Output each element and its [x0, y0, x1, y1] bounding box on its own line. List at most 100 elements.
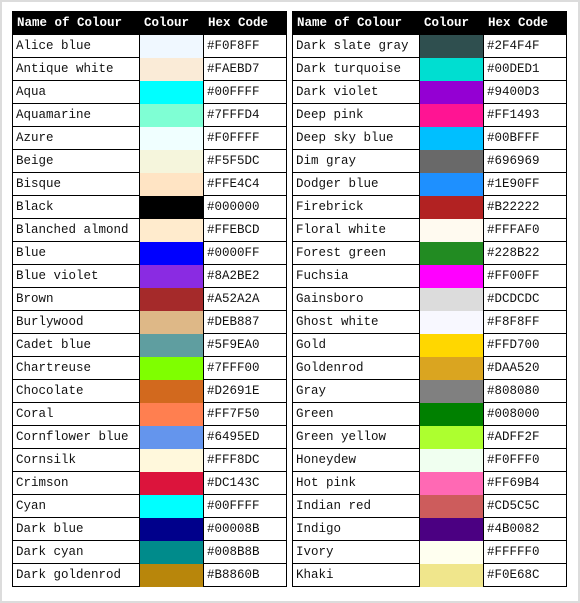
- hex-code: #6495ED: [203, 425, 287, 449]
- colour-swatch: [419, 264, 484, 288]
- hex-code: #2F4F4F: [483, 34, 567, 58]
- colour-swatch: [139, 126, 204, 150]
- colour-name: Ghost white: [292, 310, 420, 334]
- colour-name: Brown: [12, 287, 140, 311]
- colour-name: Azure: [12, 126, 140, 150]
- hex-code: #F0F8FF: [203, 34, 287, 58]
- colour-swatch: [139, 218, 204, 242]
- header-name: Name of Colour: [292, 11, 420, 35]
- table-row: Cornsilk #FFF8DC: [12, 448, 287, 472]
- colour-name: Dark cyan: [12, 540, 140, 564]
- colour-swatch: [419, 241, 484, 265]
- hex-code: #DC143C: [203, 471, 287, 495]
- colour-name: Antique white: [12, 57, 140, 81]
- hex-code: #FFFAF0: [483, 218, 567, 242]
- colour-name: Crimson: [12, 471, 140, 495]
- header-row: Name of Colour Colour Hex Code: [292, 11, 567, 35]
- table-row: Coral #FF7F50: [12, 402, 287, 426]
- table-row: Ivory #FFFFF0: [292, 540, 567, 564]
- table-row: Chocolate #D2691E: [12, 379, 287, 403]
- hex-code: #B22222: [483, 195, 567, 219]
- table-row: Cadet blue #5F9EA0: [12, 333, 287, 357]
- colour-swatch: [139, 540, 204, 564]
- hex-code: #F5F5DC: [203, 149, 287, 173]
- colour-swatch: [419, 356, 484, 380]
- table-row: Alice blue #F0F8FF: [12, 34, 287, 58]
- hex-code: #008000: [483, 402, 567, 426]
- colour-name: Green: [292, 402, 420, 426]
- table-row: Blue violet #8A2BE2: [12, 264, 287, 288]
- hex-code: #FFF8DC: [203, 448, 287, 472]
- colour-name: Khaki: [292, 563, 420, 587]
- hex-code: #4B0082: [483, 517, 567, 541]
- hex-code: #DAA520: [483, 356, 567, 380]
- colour-name: Burlywood: [12, 310, 140, 334]
- colour-name: Honeydew: [292, 448, 420, 472]
- colour-swatch: [419, 103, 484, 127]
- colour-name: Indian red: [292, 494, 420, 518]
- hex-code: #7FFFD4: [203, 103, 287, 127]
- table-row: Deep sky blue #00BFFF: [292, 126, 567, 150]
- header-hex: Hex Code: [483, 11, 567, 35]
- table-row: Honeydew #F0FFF0: [292, 448, 567, 472]
- hex-code: #FF00FF: [483, 264, 567, 288]
- colour-swatch: [419, 34, 484, 58]
- colour-name: Floral white: [292, 218, 420, 242]
- table-row: Dark violet #9400D3: [292, 80, 567, 104]
- colour-name: Hot pink: [292, 471, 420, 495]
- colour-swatch: [419, 195, 484, 219]
- table-row: Dark cyan #008B8B: [12, 540, 287, 564]
- colour-name: Gold: [292, 333, 420, 357]
- colour-swatch: [419, 494, 484, 518]
- header-hex: Hex Code: [203, 11, 287, 35]
- hex-code: #00FFFF: [203, 80, 287, 104]
- colour-swatch: [139, 563, 204, 587]
- header-name: Name of Colour: [12, 11, 140, 35]
- colour-swatch: [419, 517, 484, 541]
- table-row: Burlywood #DEB887: [12, 310, 287, 334]
- hex-code: #ADFF2F: [483, 425, 567, 449]
- table-row: Cornflower blue #6495ED: [12, 425, 287, 449]
- colour-name: Deep pink: [292, 103, 420, 127]
- hex-code: #FFFFF0: [483, 540, 567, 564]
- colour-swatch: [139, 264, 204, 288]
- table-row: Antique white #FAEBD7: [12, 57, 287, 81]
- table-row: Khaki #F0E68C: [292, 563, 567, 587]
- table-row: Firebrick #B22222: [292, 195, 567, 219]
- colour-name: Gainsboro: [292, 287, 420, 311]
- colour-swatch: [419, 379, 484, 403]
- colour-swatch: [419, 448, 484, 472]
- colour-swatch: [139, 402, 204, 426]
- colour-swatch: [139, 333, 204, 357]
- hex-code: #FAEBD7: [203, 57, 287, 81]
- colour-name: Deep sky blue: [292, 126, 420, 150]
- table-row: Forest green #228B22: [292, 241, 567, 265]
- colour-name: Firebrick: [292, 195, 420, 219]
- colour-swatch: [139, 310, 204, 334]
- table-row: Dark goldenrod #B8860B: [12, 563, 287, 587]
- colour-swatch: [419, 57, 484, 81]
- table-row: Green yellow #ADFF2F: [292, 425, 567, 449]
- hex-code: #00FFFF: [203, 494, 287, 518]
- colour-swatch: [419, 425, 484, 449]
- hex-code: #808080: [483, 379, 567, 403]
- hex-code: #A52A2A: [203, 287, 287, 311]
- colour-swatch: [139, 103, 204, 127]
- table-row: Indian red #CD5C5C: [292, 494, 567, 518]
- table-row: Black #000000: [12, 195, 287, 219]
- header-row: Name of Colour Colour Hex Code: [12, 11, 287, 35]
- table-row: Ghost white #F8F8FF: [292, 310, 567, 334]
- table-row: Dodger blue #1E90FF: [292, 172, 567, 196]
- header-colour: Colour: [419, 11, 484, 35]
- hex-code: #9400D3: [483, 80, 567, 104]
- colour-swatch: [139, 172, 204, 196]
- table-row: Dark blue #00008B: [12, 517, 287, 541]
- hex-code: #FF69B4: [483, 471, 567, 495]
- colour-swatch: [139, 241, 204, 265]
- hex-code: #FF1493: [483, 103, 567, 127]
- table-row: Aquamarine #7FFFD4: [12, 103, 287, 127]
- hex-code: #F8F8FF: [483, 310, 567, 334]
- hex-code: #FF7F50: [203, 402, 287, 426]
- colour-swatch: [139, 149, 204, 173]
- colour-swatch: [139, 57, 204, 81]
